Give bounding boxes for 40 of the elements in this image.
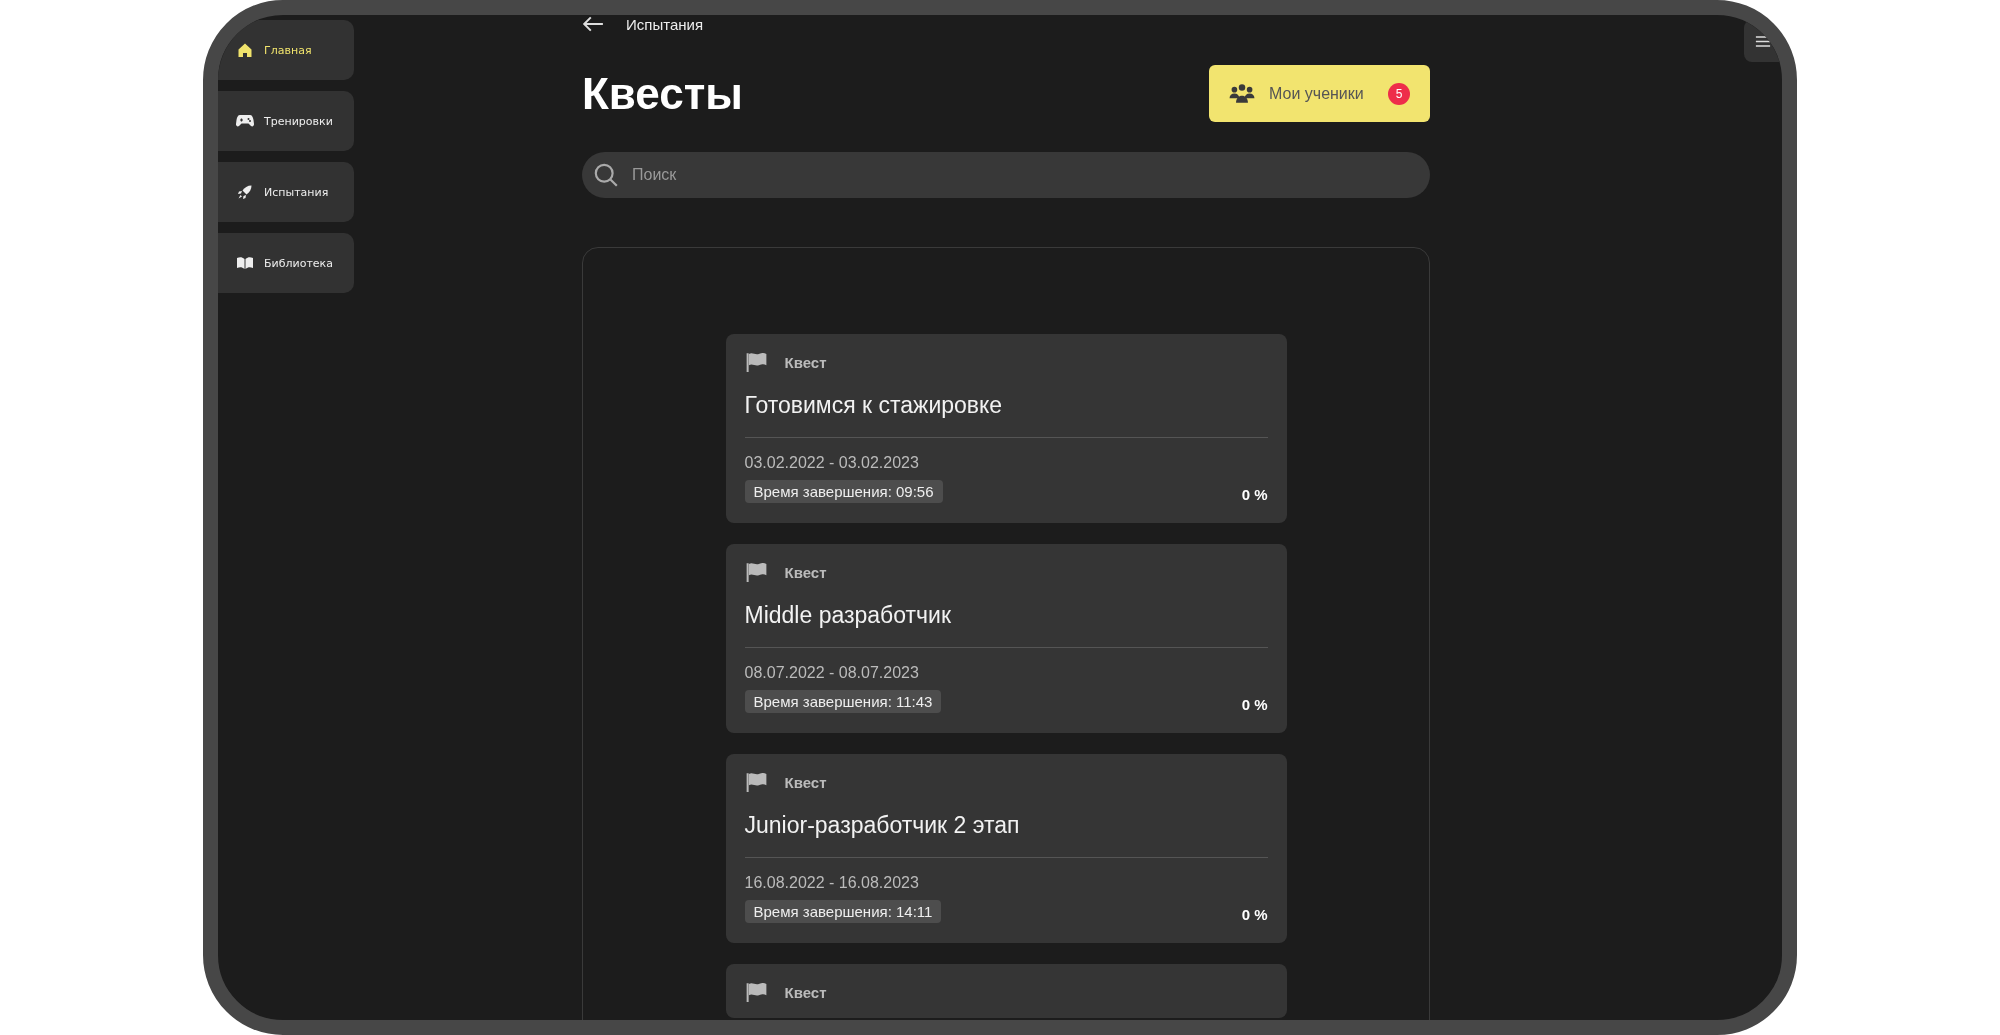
quest-card[interactable]: Квест: [725, 964, 1287, 1018]
quest-title: Junior-разработчик 2 этап: [744, 812, 1021, 839]
breadcrumb-link[interactable]: Испытания: [626, 15, 703, 33]
back-arrow-icon[interactable]: [582, 15, 604, 33]
page-title: Квесты: [582, 68, 743, 119]
quest-title: Готовимся к стажировке: [744, 392, 1004, 419]
flag-icon: [744, 772, 769, 792]
book-icon: [236, 255, 254, 271]
finish-time-tag: Время завершения: 09:56: [744, 480, 943, 503]
sidebar-item[interactable]: Главная: [218, 20, 354, 80]
quest-title: Middle разработчик: [744, 602, 952, 629]
quest-card[interactable]: Квест Готовимся к стажировке 03.02.2022 - 03.02.2023 Время завершения: 09:56 0 %: [725, 334, 1287, 523]
students-button[interactable]: Мои ученики 5: [1209, 65, 1430, 122]
finish-time-tag: Время завершения: 14:11: [744, 900, 942, 923]
finish-time-tag: Время завершения: 11:43: [744, 690, 942, 713]
quest-dates: 03.02.2022 - 03.02.2023: [744, 454, 920, 472]
group-icon: [1229, 82, 1255, 105]
menu-icon: [1755, 34, 1771, 48]
quest-dates: 16.08.2022 - 16.08.2023: [744, 874, 920, 892]
flag-icon: [744, 562, 769, 582]
progress-percent: 0 %: [1241, 486, 1268, 503]
home-icon: [236, 42, 254, 58]
quest-type-label: Квест: [784, 353, 827, 371]
progress-percent: 0 %: [1241, 696, 1268, 713]
quest-card[interactable]: Квест Middle разработчик 08.07.2022 - 08.07.2023 Время завершения: 11:43 0 %: [725, 544, 1287, 733]
progress-percent: 0 %: [1241, 906, 1268, 923]
quest-type-label: Квест: [784, 773, 827, 791]
count-badge: 5: [1388, 82, 1410, 105]
sidebar-item[interactable]: Испытания: [218, 162, 354, 222]
quest-card[interactable]: Квест Junior-разработчик 2 этап 16.08.2022 - 16.08.2023 Время завершения: 14:11 0 %: [725, 754, 1287, 943]
gamepad-icon: [236, 113, 254, 129]
flag-icon: [744, 352, 769, 372]
quest-dates: 08.07.2022 - 08.07.2023: [744, 664, 920, 682]
sidebar-item[interactable]: Библиотека: [218, 233, 354, 293]
quest-type-label: Квест: [784, 563, 827, 581]
sidebar-item[interactable]: Тренировки: [218, 91, 354, 151]
rocket-icon: [236, 184, 254, 200]
search-field[interactable]: Поиск: [582, 152, 1430, 198]
flag-icon: [744, 982, 769, 1002]
quest-type-label: Квест: [784, 983, 827, 1001]
